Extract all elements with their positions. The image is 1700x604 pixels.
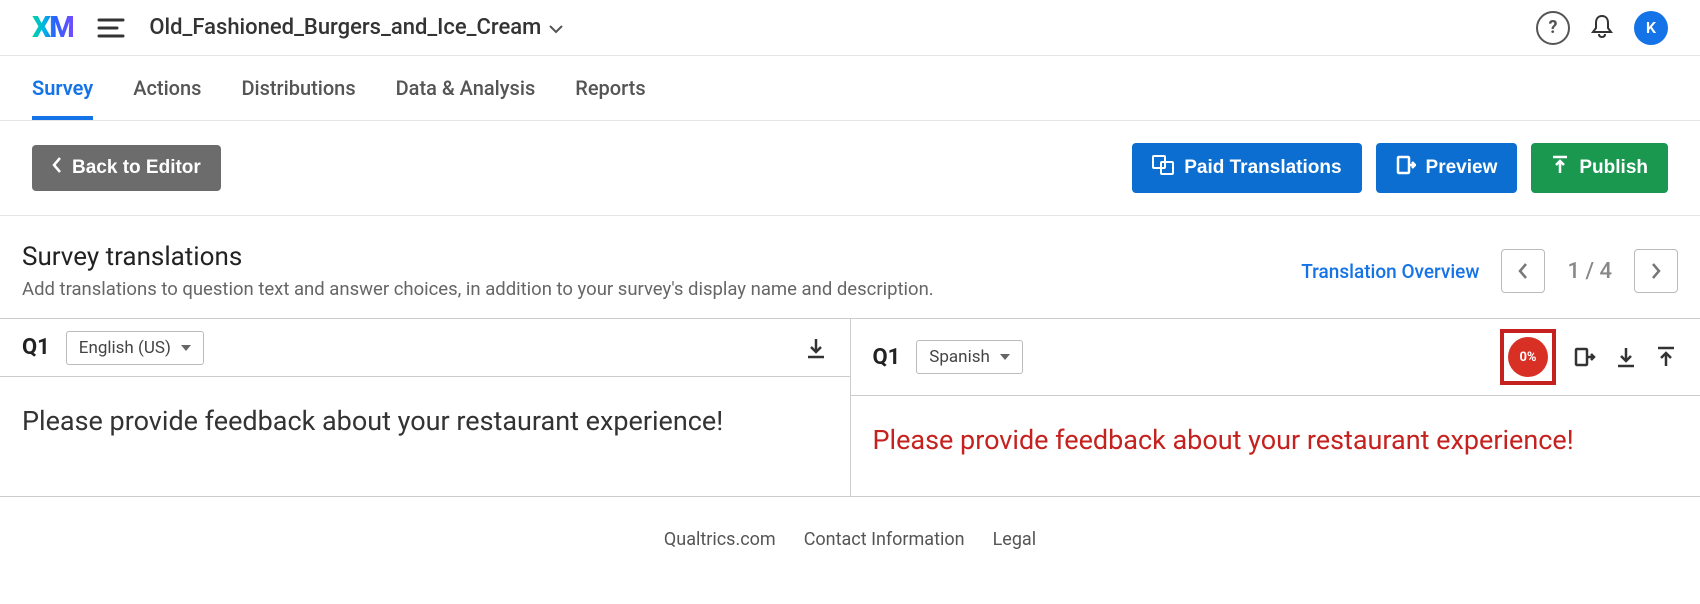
footer: Qualtrics.com Contact Information Legal bbox=[0, 497, 1700, 582]
avatar-initial: K bbox=[1646, 18, 1656, 37]
source-language-label: English (US) bbox=[79, 338, 171, 358]
paid-translations-button[interactable]: Paid Translations bbox=[1132, 143, 1361, 193]
source-header: Q1 English (US) bbox=[0, 319, 850, 377]
preview-label: Preview bbox=[1426, 157, 1498, 179]
caret-down-icon bbox=[1000, 354, 1010, 360]
main-nav-tabs: Survey Actions Distributions Data & Anal… bbox=[0, 56, 1700, 121]
tab-reports[interactable]: Reports bbox=[575, 56, 645, 120]
source-text: Please provide feedback about your resta… bbox=[0, 377, 850, 477]
target-column: Q1 Spanish 0% Please provide feedback ab… bbox=[851, 319, 1700, 496]
prev-question-button[interactable] bbox=[1501, 249, 1545, 293]
page-subtitle: Add translations to question text and an… bbox=[22, 278, 934, 300]
translate-icon bbox=[1152, 155, 1174, 181]
tab-data-analysis[interactable]: Data & Analysis bbox=[396, 56, 536, 120]
help-icon[interactable]: ? bbox=[1536, 11, 1570, 45]
publish-label: Publish bbox=[1579, 157, 1648, 179]
target-question-label: Q1 bbox=[873, 345, 901, 370]
target-text[interactable]: Please provide feedback about your resta… bbox=[851, 396, 1700, 496]
chevron-left-icon bbox=[52, 157, 62, 179]
source-question-label: Q1 bbox=[22, 335, 50, 360]
translation-overview-link[interactable]: Translation Overview bbox=[1301, 260, 1479, 283]
chevron-down-icon bbox=[549, 15, 563, 40]
tab-distributions[interactable]: Distributions bbox=[241, 56, 355, 120]
target-language-label: Spanish bbox=[929, 347, 990, 367]
paid-translations-label: Paid Translations bbox=[1184, 157, 1341, 179]
topbar: XM Old_Fashioned_Burgers_and_Ice_Cream ?… bbox=[0, 0, 1700, 56]
translation-progress-badge[interactable]: 0% bbox=[1508, 337, 1548, 377]
tab-survey[interactable]: Survey bbox=[32, 56, 93, 120]
preview-icon bbox=[1396, 155, 1416, 181]
project-name-dropdown[interactable]: Old_Fashioned_Burgers_and_Ice_Cream bbox=[149, 15, 563, 40]
back-to-editor-label: Back to Editor bbox=[72, 157, 201, 179]
source-column: Q1 English (US) Please provide feedback … bbox=[0, 319, 851, 496]
xm-logo[interactable]: XM bbox=[32, 10, 73, 45]
export-translation-icon[interactable] bbox=[1572, 344, 1598, 370]
footer-link-legal[interactable]: Legal bbox=[993, 529, 1037, 550]
page-indicator: 1 / 4 bbox=[1567, 259, 1612, 284]
project-name-label: Old_Fashioned_Burgers_and_Ice_Cream bbox=[149, 15, 541, 40]
footer-link-qualtrics[interactable]: Qualtrics.com bbox=[664, 529, 776, 550]
progress-highlight: 0% bbox=[1500, 329, 1556, 385]
download-source-icon[interactable] bbox=[804, 335, 828, 361]
publish-icon bbox=[1551, 155, 1569, 181]
page-title: Survey translations bbox=[22, 242, 934, 272]
user-avatar[interactable]: K bbox=[1634, 11, 1668, 45]
translation-grid: Q1 English (US) Please provide feedback … bbox=[0, 318, 1700, 497]
hamburger-menu-icon[interactable] bbox=[97, 18, 125, 38]
next-question-button[interactable] bbox=[1634, 249, 1678, 293]
back-to-editor-button[interactable]: Back to Editor bbox=[32, 145, 221, 191]
footer-link-contact[interactable]: Contact Information bbox=[804, 529, 965, 550]
target-language-select[interactable]: Spanish bbox=[916, 340, 1023, 374]
tab-actions[interactable]: Actions bbox=[133, 56, 201, 120]
caret-down-icon bbox=[181, 345, 191, 351]
upload-translation-icon[interactable] bbox=[1654, 344, 1678, 370]
action-bar: Back to Editor Paid Translations Preview… bbox=[0, 121, 1700, 216]
publish-button[interactable]: Publish bbox=[1531, 143, 1668, 193]
preview-button[interactable]: Preview bbox=[1376, 143, 1518, 193]
section-header: Survey translations Add translations to … bbox=[0, 216, 1700, 318]
source-language-select[interactable]: English (US) bbox=[66, 331, 204, 365]
download-translation-icon[interactable] bbox=[1614, 344, 1638, 370]
notifications-icon[interactable] bbox=[1590, 13, 1614, 43]
target-header: Q1 Spanish 0% bbox=[851, 319, 1700, 396]
